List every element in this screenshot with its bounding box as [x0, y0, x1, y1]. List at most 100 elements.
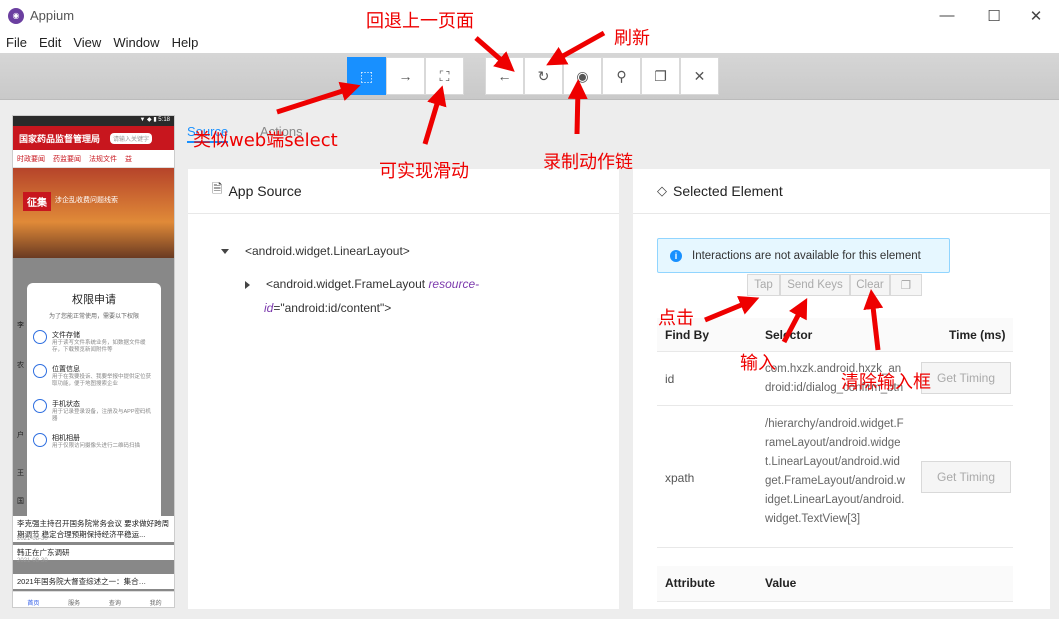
annotation-select: 类似web端select	[193, 130, 338, 151]
tap-by-coordinates-icon: ⛶	[439, 67, 450, 84]
tree-node-linearlayout[interactable]: <android.widget.LinearLayout>	[221, 244, 410, 258]
quit-session-button[interactable]: ✕	[680, 57, 719, 95]
device-tab[interactable]: 法规文件	[85, 154, 121, 164]
device-banner[interactable]: 征集 涉企乱收费问题线索	[13, 168, 174, 258]
copy-xml-button[interactable]: ❐	[641, 57, 680, 95]
back-arrow-icon: ←	[497, 68, 512, 84]
annotation-record: 录制动作链	[543, 152, 633, 173]
annotation-swipe: 可实现滑动	[379, 161, 469, 182]
device-screenshot[interactable]: ▼ ◆ ▮ 5:18 国家药品监督管理局 请输入关键字 时政要闻 药监要闻 法规…	[12, 115, 175, 608]
permission-title: 相机相册	[52, 434, 80, 442]
col-find-by: Find By	[665, 328, 709, 342]
col-time: Time (ms)	[949, 328, 1006, 342]
selected-element-header: ◇ Selected Element	[633, 169, 1050, 214]
maximize-button[interactable]: ☐	[971, 0, 1017, 31]
annotation-back: 回退上一页面	[366, 11, 474, 32]
select-elements-icon: ⬚	[359, 67, 374, 84]
device-tab[interactable]: 时政要闻	[13, 154, 49, 164]
selector-table-header: Find By Selector Time (ms)	[657, 318, 1013, 352]
caret-down-icon[interactable]	[221, 249, 229, 255]
tree-node-framelayout[interactable]: <android.widget.FrameLayout resource-id=…	[245, 272, 485, 320]
selector-cell: /hierarchy/android.widget.FrameLayout/an…	[765, 418, 905, 525]
get-timing-button[interactable]: Get Timing	[921, 362, 1011, 394]
find-by-cell: id	[665, 372, 675, 386]
menu-view[interactable]: View	[67, 35, 107, 50]
menu-file[interactable]: File	[0, 35, 33, 50]
select-elements-button[interactable]: ⬚	[347, 57, 386, 95]
refresh-button[interactable]: ↻	[524, 57, 563, 95]
menu-bar: File Edit View Window Help	[0, 31, 1059, 53]
permission-title: 文件存储	[52, 332, 80, 339]
tree-node-tag: <android.widget.LinearLayout>	[245, 244, 410, 258]
get-timing-button[interactable]: Get Timing	[921, 461, 1011, 493]
camera-icon	[33, 432, 47, 447]
attribute-table-header: Attribute Value	[657, 566, 1013, 602]
selected-element-title: Selected Element	[673, 183, 783, 199]
device-tabs: 时政要闻 药监要闻 法规文件 益	[13, 150, 174, 168]
copy-xml-icon: ❐	[654, 67, 667, 84]
device-nav-item[interactable]: 我的	[150, 598, 162, 607]
menu-help[interactable]: Help	[166, 35, 205, 50]
quit-session-icon: ✕	[693, 67, 706, 84]
clear-button[interactable]: Clear	[850, 274, 890, 296]
permission-desc: 用于在我要投诉、我要举报中提供定位获取功能，便于地图搜索企业	[52, 374, 152, 388]
device-news-date: 2021-08-30	[17, 536, 48, 542]
permission-item: 文件存储 用于读写文件系统业务，如数据文件缓存，下载预览新闻附件等	[33, 330, 155, 354]
copy-icon: ❐	[900, 280, 912, 292]
minimize-button[interactable]: —	[924, 0, 970, 31]
app-source-title: App Source	[228, 183, 302, 199]
tree-node-tag: <android.widget.FrameLayout	[266, 277, 429, 291]
close-window-button[interactable]: ✕	[1013, 0, 1059, 31]
tree-node-attr: id	[264, 301, 274, 315]
device-search-box[interactable]: 请输入关键字	[110, 132, 153, 144]
send-keys-button[interactable]: Send Keys	[780, 274, 850, 296]
search-button[interactable]: ⚲	[602, 57, 641, 95]
permission-item: 相机相册 用于仅限访问摄像头进行二维码扫描	[33, 432, 155, 450]
device-banner-subtext: 涉企乱收费问题线索	[55, 197, 118, 204]
permission-item: 位置信息 用于在我要投诉、我要举报中提供定位获取功能，便于地图搜索企业	[33, 364, 155, 388]
annotation-refresh: 刷新	[614, 28, 650, 49]
copy-attributes-button[interactable]: ❐	[890, 274, 922, 296]
col-selector: Selector	[765, 328, 813, 342]
menu-window[interactable]: Window	[107, 35, 165, 50]
tree-node-value: ="android:id/content">	[273, 301, 392, 315]
tap-button[interactable]: Tap	[747, 274, 780, 296]
device-status-bar: ▼ ◆ ▮ 5:18	[13, 116, 174, 126]
device-nav-item[interactable]: 服务	[68, 598, 80, 607]
device-side-text: 户	[17, 432, 24, 439]
swipe-button[interactable]: →	[386, 57, 425, 95]
dialog-subtitle: 为了您能正常使用，需要以下权限	[48, 314, 139, 320]
device-side-text: 李	[17, 322, 24, 329]
title-bar: ◉ Appium — ☐ ✕	[0, 0, 1059, 31]
col-attribute: Attribute	[665, 576, 715, 590]
annotation-clear: 清除输入框	[841, 372, 931, 393]
device-tab[interactable]: 药监要闻	[49, 154, 85, 164]
back-button[interactable]: ←	[485, 57, 524, 95]
permission-title: 手机状态	[52, 400, 80, 408]
eye-icon: ◉	[576, 67, 589, 84]
location-icon	[33, 364, 47, 379]
caret-right-icon[interactable]	[245, 280, 250, 289]
table-row: xpath /hierarchy/android.widget.FrameLay…	[657, 406, 1013, 548]
selector-table: Find By Selector Time (ms) id com.hxzk.a…	[657, 318, 1013, 602]
device-header-title: 国家药品监督管理局	[19, 133, 101, 144]
device-tab[interactable]: 益	[121, 154, 136, 164]
tag-icon: ◇	[657, 183, 667, 198]
permission-title: 位置信息	[52, 366, 80, 374]
device-nav-item[interactable]: 查询	[109, 598, 121, 607]
tap-by-coordinates-button[interactable]: ⛶	[425, 57, 464, 95]
device-header[interactable]: 国家药品监督管理局 请输入关键字	[13, 126, 174, 150]
device-side-text: 国	[17, 498, 24, 505]
menu-edit[interactable]: Edit	[33, 35, 67, 50]
record-button[interactable]: ◉	[563, 57, 602, 95]
dialog-title: 权限申请	[72, 294, 116, 306]
permission-desc: 用于读写文件系统业务，如数据文件缓存，下载预览新闻附件等	[52, 340, 146, 354]
device-nav-item[interactable]: 首页	[27, 598, 39, 607]
folder-icon	[33, 330, 47, 344]
info-alert: i Interactions are not available for thi…	[657, 238, 950, 273]
find-by-cell: xpath	[665, 471, 695, 485]
swipe-icon: →	[398, 68, 413, 84]
device-news-item[interactable]: 2021年国务院大督查综述之一：集合…	[13, 574, 174, 589]
window-title: Appium	[30, 8, 75, 23]
tree-node-attr: resource-	[428, 277, 480, 291]
